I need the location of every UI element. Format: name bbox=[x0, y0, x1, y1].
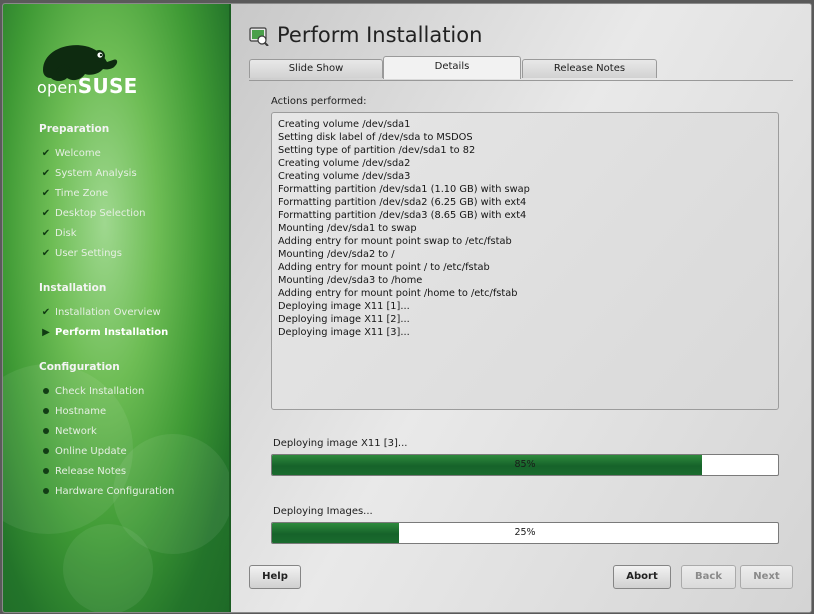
logo-brand: SUSE bbox=[77, 74, 138, 98]
checkmark-icon: ✔ bbox=[41, 187, 51, 199]
step-label: Release Notes bbox=[55, 465, 127, 477]
sidebar-step-welcome[interactable]: ✔ Welcome bbox=[37, 145, 101, 161]
image-progress-bar: 85% bbox=[271, 454, 779, 476]
actions-log[interactable]: Creating volume /dev/sda1 Setting disk l… bbox=[271, 112, 779, 410]
bullet-icon bbox=[43, 428, 49, 434]
step-label: Network bbox=[55, 425, 97, 437]
sidebar-step-online-update[interactable]: Online Update bbox=[37, 443, 127, 459]
bullet-icon bbox=[43, 488, 49, 494]
step-label: Disk bbox=[55, 227, 77, 239]
step-label: Hostname bbox=[55, 405, 107, 417]
log-line: Formatting partition /dev/sda1 (1.10 GB)… bbox=[278, 184, 530, 195]
actions-label: Actions performed: bbox=[271, 96, 367, 107]
checkmark-icon: ✔ bbox=[41, 247, 51, 259]
sidebar-step-disk[interactable]: ✔ Disk bbox=[37, 225, 77, 241]
total-progress-label: Deploying Images... bbox=[273, 506, 373, 517]
sidebar-step-desktop-selection[interactable]: ✔ Desktop Selection bbox=[37, 205, 146, 221]
step-label: Perform Installation bbox=[55, 326, 169, 338]
bullet-icon bbox=[43, 468, 49, 474]
sidebar-step-hardware-configuration[interactable]: Hardware Configuration bbox=[37, 483, 174, 499]
checkmark-icon: ✔ bbox=[41, 167, 51, 179]
sidebar-step-hostname[interactable]: Hostname bbox=[37, 403, 106, 419]
help-button[interactable]: Help bbox=[249, 565, 301, 589]
total-progress-bar: 25% bbox=[271, 522, 779, 544]
step-label: Hardware Configuration bbox=[55, 485, 175, 497]
checkmark-icon: ✔ bbox=[41, 147, 51, 159]
sidebar-step-release-notes[interactable]: Release Notes bbox=[37, 463, 126, 479]
step-label: User Settings bbox=[55, 247, 122, 259]
bullet-icon bbox=[43, 448, 49, 454]
tab-details[interactable]: Details bbox=[383, 56, 521, 79]
sidebar-step-perform-installation[interactable]: ▶ Perform Installation bbox=[37, 324, 168, 340]
next-button[interactable]: Next bbox=[740, 565, 793, 589]
image-progress-label: Deploying image X11 [3]... bbox=[273, 438, 408, 449]
installer-window: openSUSE Preparation ✔ Welcome ✔ System An… bbox=[2, 3, 812, 613]
abort-button[interactable]: Abort bbox=[613, 565, 671, 589]
step-label: Welcome bbox=[55, 147, 101, 159]
sidebar: openSUSE Preparation ✔ Welcome ✔ System An… bbox=[3, 4, 231, 612]
section-title-preparation: Preparation bbox=[39, 123, 110, 135]
step-label: Installation Overview bbox=[55, 306, 161, 318]
checkmark-icon: ✔ bbox=[41, 207, 51, 219]
log-line: Formatting partition /dev/sda2 (6.25 GB)… bbox=[278, 197, 527, 208]
opensuse-wordmark: openSUSE bbox=[37, 74, 138, 98]
log-line: Adding entry for mount point swap to /et… bbox=[278, 236, 512, 247]
installation-monitor-icon bbox=[249, 27, 269, 46]
progress-percent: 85% bbox=[514, 459, 536, 470]
step-label: Check Installation bbox=[55, 385, 145, 397]
page-title: Perform Installation bbox=[277, 23, 483, 47]
log-line: Setting type of partition /dev/sda1 to 8… bbox=[278, 145, 476, 156]
log-line: Deploying image X11 [1]... bbox=[278, 301, 410, 312]
step-label: Time Zone bbox=[55, 187, 109, 199]
tab-slide-show[interactable]: Slide Show bbox=[249, 59, 383, 78]
section-title-installation: Installation bbox=[39, 282, 107, 294]
current-step-arrow-icon: ▶ bbox=[42, 326, 50, 338]
step-label: System Analysis bbox=[55, 167, 137, 179]
log-line: Setting disk label of /dev/sda to MSDOS bbox=[278, 132, 473, 143]
log-line: Creating volume /dev/sda3 bbox=[278, 171, 411, 182]
log-line: Mounting /dev/sda3 to /home bbox=[278, 275, 423, 286]
log-line: Formatting partition /dev/sda3 (8.65 GB)… bbox=[278, 210, 527, 221]
section-title-configuration: Configuration bbox=[39, 361, 120, 373]
sidebar-step-system-analysis[interactable]: ✔ System Analysis bbox=[37, 165, 137, 181]
sidebar-step-installation-overview[interactable]: ✔ Installation Overview bbox=[37, 304, 161, 320]
sidebar-step-network[interactable]: Network bbox=[37, 423, 97, 439]
log-line: Mounting /dev/sda1 to swap bbox=[278, 223, 417, 234]
bullet-icon bbox=[43, 388, 49, 394]
bokeh-decoration bbox=[63, 524, 153, 612]
log-line: Adding entry for mount point / to /etc/f… bbox=[278, 262, 490, 273]
tab-release-notes[interactable]: Release Notes bbox=[522, 59, 657, 78]
log-line: Deploying image X11 [3]... bbox=[278, 327, 410, 338]
logo-prefix: open bbox=[37, 78, 78, 97]
bullet-icon bbox=[43, 408, 49, 414]
main-panel: Perform Installation Slide Show Details … bbox=[231, 4, 811, 612]
back-button[interactable]: Back bbox=[681, 565, 736, 589]
log-line: Mounting /dev/sda2 to / bbox=[278, 249, 395, 260]
log-line: Deploying image X11 [2]... bbox=[278, 314, 410, 325]
step-label: Online Update bbox=[55, 445, 127, 457]
checkmark-icon: ✔ bbox=[41, 306, 51, 318]
checkmark-icon: ✔ bbox=[41, 227, 51, 239]
log-line: Creating volume /dev/sda2 bbox=[278, 158, 411, 169]
sidebar-step-user-settings[interactable]: ✔ User Settings bbox=[37, 245, 122, 261]
sidebar-step-check-installation[interactable]: Check Installation bbox=[37, 383, 144, 399]
progress-percent: 25% bbox=[514, 527, 536, 538]
step-label: Desktop Selection bbox=[55, 207, 146, 219]
log-line: Creating volume /dev/sda1 bbox=[278, 119, 411, 130]
log-line: Adding entry for mount point /home to /e… bbox=[278, 288, 518, 299]
tab-bar: Slide Show Details Release Notes bbox=[249, 56, 793, 81]
sidebar-step-time-zone[interactable]: ✔ Time Zone bbox=[37, 185, 108, 201]
